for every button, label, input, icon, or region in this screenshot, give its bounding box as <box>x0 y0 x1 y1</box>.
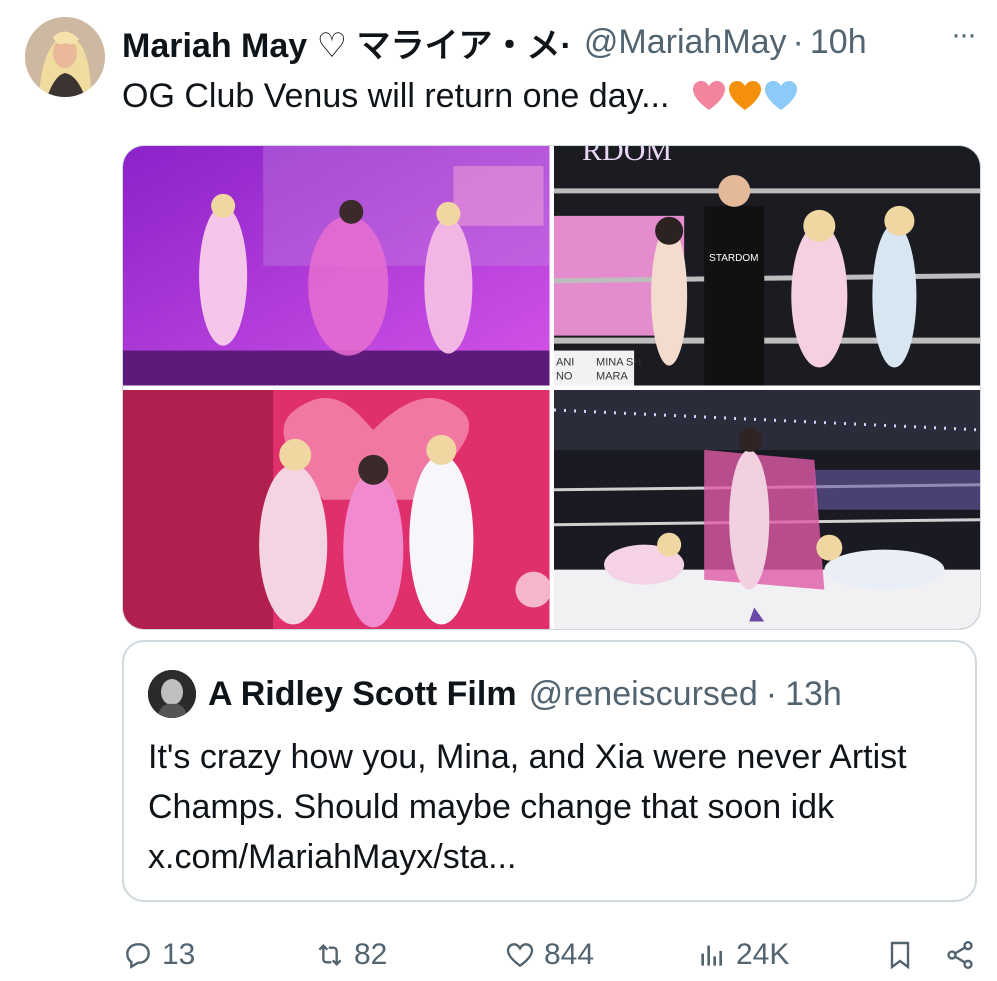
reply-button[interactable]: 13 <box>122 938 195 972</box>
retweet-button[interactable]: 82 <box>314 938 387 972</box>
tweet-timestamp[interactable]: 10h <box>810 23 867 62</box>
bookmark-icon <box>890 941 910 970</box>
poster-text-right-2: MARA <box>596 371 628 383</box>
ring-referee-photo[interactable]: RDOM STARDOM ANI NO MINA SH MARA <box>553 146 980 386</box>
light-blue-heart-icon <box>765 81 798 110</box>
stardom-banner-text: RDOM <box>582 146 672 167</box>
reply-count: 13 <box>162 938 196 971</box>
separator-dot: · <box>765 674 778 713</box>
tweet-text-content: OG Club Venus will return one day... <box>122 77 670 115</box>
quoted-tweet-header: A Ridley Scott Film @reneiscursed · 13h <box>148 670 842 718</box>
quoted-timestamp[interactable]: 13h <box>785 675 842 714</box>
heart-stage-photo[interactable] <box>123 389 550 629</box>
quoted-tweet[interactable]: A Ridley Scott Film @reneiscursed · 13h … <box>122 640 977 902</box>
quoted-author-name[interactable]: A Ridley Scott Film <box>208 675 517 714</box>
pink-heart-icon <box>693 81 726 110</box>
emoji-group <box>691 80 799 112</box>
stage-entrance-photo[interactable] <box>123 146 550 386</box>
more-options-icon[interactable]: ··· <box>951 18 977 52</box>
retweet-icon <box>318 943 342 967</box>
poster-text-right: MINA SH <box>596 357 641 369</box>
author-avatar[interactable] <box>25 17 105 97</box>
poster-text-left-2: NO <box>556 371 573 383</box>
author-handle[interactable]: @MariahMay <box>584 23 787 62</box>
views-icon <box>701 945 722 966</box>
quoted-author-handle[interactable]: @reneiscursed <box>529 675 758 714</box>
tweet-header: Mariah May ♡ マライア・メ· @MariahMay · 10h <box>122 18 977 66</box>
poster-text-left: ANI <box>556 357 574 369</box>
heart-icon <box>506 943 534 968</box>
action-bar: 13 82 844 24K <box>122 930 982 980</box>
reply-icon <box>126 943 150 969</box>
like-button[interactable]: 844 <box>504 938 594 972</box>
tweet-text: OG Club Venus will return one day... <box>122 72 799 120</box>
arena-ring-pose-photo[interactable] <box>553 389 980 629</box>
quoted-tweet-text: It's crazy how you, Mina, and Xia were n… <box>148 738 907 876</box>
views-button[interactable]: 24K <box>696 938 789 972</box>
quoted-author-avatar[interactable] <box>148 670 196 718</box>
share-button[interactable] <box>944 939 984 971</box>
author-name[interactable]: Mariah May ♡ マライア・メ· <box>122 18 572 67</box>
separator-dot: · <box>792 22 804 61</box>
retweet-count: 82 <box>354 938 388 971</box>
referee-vest-text: STARDOM <box>709 253 758 264</box>
media-grid: RDOM STARDOM ANI NO MINA SH MARA <box>122 145 981 630</box>
orange-heart-icon <box>729 81 762 110</box>
views-count: 24K <box>736 938 790 971</box>
bookmark-button[interactable] <box>884 939 924 971</box>
share-icon <box>947 941 973 969</box>
like-count: 844 <box>544 938 595 971</box>
